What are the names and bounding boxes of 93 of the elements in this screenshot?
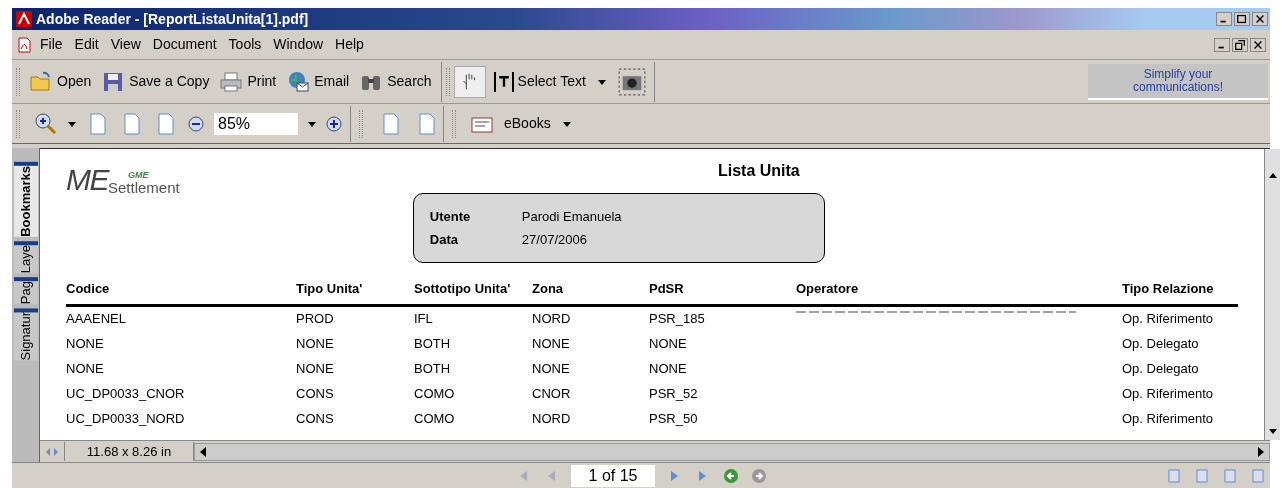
table-cell-text: CONS <box>296 410 335 429</box>
forward-icon[interactable] <box>751 467 767 484</box>
select-text-button[interactable]: Select Text <box>485 71 594 92</box>
globe-envelope-icon[interactable] <box>286 69 311 94</box>
caret-icon[interactable] <box>308 119 316 128</box>
table-cell-text: NONE <box>649 360 688 379</box>
table-cell-text: UC_DP0033_NORD <box>66 410 186 429</box>
table-cell-text: PSR_52 <box>649 385 699 404</box>
toolbar-button[interactable]: Email <box>281 69 355 94</box>
minimize-icon[interactable] <box>1216 12 1232 26</box>
table-cell-text: NORD <box>532 310 572 329</box>
side-tab[interactable]: Signatur <box>14 308 38 361</box>
column-header: Operatore <box>796 279 1122 307</box>
table-cell-text: AAAENEL <box>66 310 127 329</box>
column-header: Sottotipo Unita' <box>414 279 532 307</box>
continuous-page-icon[interactable] <box>1194 467 1210 484</box>
table-cell-text: NONE <box>532 335 571 354</box>
menu-item[interactable]: Tools <box>224 34 266 55</box>
table-cell-text: NONE <box>66 335 105 354</box>
caret-icon[interactable] <box>562 119 571 128</box>
table-cell-text: Op. Delegato <box>1122 335 1200 354</box>
table-cell-text: NONE <box>649 335 688 354</box>
table-cell-text: NONE <box>66 360 105 379</box>
table-cell-text: BOTH <box>414 360 452 379</box>
restore-icon[interactable] <box>1232 37 1248 52</box>
column-header: Tipo Relazione <box>1122 279 1238 307</box>
toolbar-button[interactable]: Save a Copy <box>96 69 215 94</box>
zoom-in-icon[interactable] <box>326 115 342 132</box>
grid-pages-icon[interactable] <box>1222 467 1238 484</box>
table-cell-text: NONE <box>296 335 335 354</box>
info-value: 27/07/2006 <box>521 230 588 249</box>
side-tab[interactable]: Bookmarks <box>14 162 38 237</box>
table-cell-text: Op. Riferimento <box>1122 385 1215 404</box>
table-cell-text: UC_DP0033_CNOR <box>66 385 186 404</box>
table-cell-text: NONE <box>296 360 335 379</box>
camera-icon[interactable] <box>617 67 646 96</box>
info-label: Utente <box>429 208 472 226</box>
table-cell-text: CONS <box>296 385 335 404</box>
table-cell-text: Op. Riferimento <box>1122 310 1215 329</box>
table-cell-text: PROD <box>296 310 335 329</box>
menu-item[interactable]: File <box>36 34 67 55</box>
page-number-field[interactable]: 1 of 15 <box>571 464 655 487</box>
table-cell-text: NORD <box>532 410 572 429</box>
report-title: Lista Unita <box>717 161 800 181</box>
facing-pages-icon[interactable] <box>1250 467 1266 484</box>
single-page-icon[interactable] <box>1166 467 1182 484</box>
caret-icon[interactable] <box>68 119 76 128</box>
side-tab[interactable]: Pag <box>14 277 38 305</box>
menu-item[interactable]: Window <box>269 34 328 55</box>
table-cell-text: NONE <box>532 360 571 379</box>
table-cell-text: CNOR <box>532 385 572 404</box>
column-header: Tipo Unita' <box>296 279 414 307</box>
promo-text: Simplify your communications! <box>1131 67 1224 94</box>
vertical-scrollbar[interactable] <box>1264 149 1280 440</box>
caret-icon[interactable] <box>597 77 606 86</box>
horizontal-scrollbar[interactable] <box>194 442 1270 461</box>
table-cell-text: Op. Delegato <box>1122 360 1200 379</box>
zoom-field[interactable]: 85% <box>214 112 298 135</box>
close-icon[interactable] <box>1250 37 1266 52</box>
app-icon <box>16 11 32 27</box>
promo-banner[interactable]: Simplify your communications! <box>1088 63 1268 100</box>
folder-icon[interactable] <box>29 69 53 94</box>
toolbar-button[interactable]: Open <box>24 69 97 94</box>
menu-item[interactable]: Help <box>331 34 368 55</box>
zoom-in-icon[interactable] <box>34 111 58 136</box>
menu-item[interactable]: Document <box>148 34 221 55</box>
toolbar-button[interactable]: Search <box>354 69 437 94</box>
printer-icon[interactable] <box>219 69 244 94</box>
zoom-out-icon[interactable] <box>188 115 204 132</box>
column-header: Codice <box>66 279 296 307</box>
table-cell-text: IFL <box>414 310 434 329</box>
info-label: Data <box>429 230 460 249</box>
table-cell-text: COMO <box>414 410 456 429</box>
maximize-icon[interactable] <box>1234 12 1250 26</box>
table-cell-text: COMO <box>414 385 456 404</box>
menu-item[interactable]: View <box>106 34 145 55</box>
info-value: Parodi Emanuela <box>521 208 623 226</box>
side-tab[interactable]: Laye <box>14 240 38 273</box>
menu-item[interactable]: Edit <box>70 34 103 55</box>
toolbar-button[interactable]: Print <box>214 69 282 94</box>
table-cell-text: PSR_50 <box>649 410 699 429</box>
close-icon[interactable] <box>1252 12 1268 26</box>
ebooks-button[interactable]: eBooks <box>468 111 551 136</box>
table-cell-text: Op. Riferimento <box>1122 410 1215 429</box>
pdf-document-icon <box>16 36 32 53</box>
column-header: Zona <box>532 279 649 307</box>
window-title: Adobe Reader - [ReportListaUnita[1].pdf] <box>36 9 309 29</box>
table-cell-text: BOTH <box>414 335 452 354</box>
hand-icon[interactable] <box>453 65 486 98</box>
table-cell-text: PSR_185 <box>649 310 706 329</box>
back-icon[interactable] <box>723 467 739 484</box>
column-header: PdSR <box>649 279 796 307</box>
text-cursor-icon <box>493 71 514 92</box>
